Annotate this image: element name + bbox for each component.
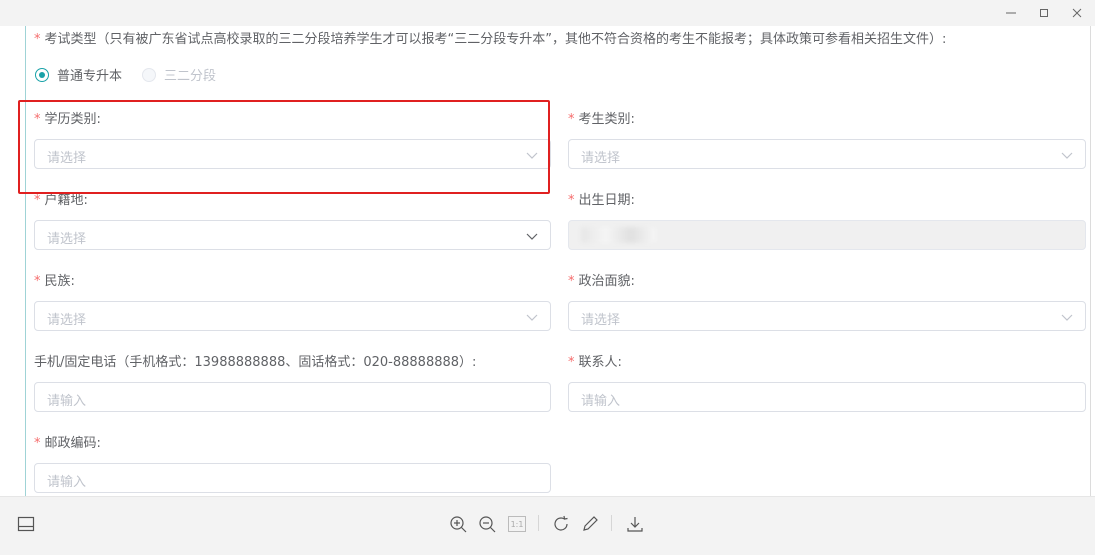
- birth-label-text: 出生日期:: [578, 193, 635, 208]
- postcode-label: * 邮政编码:: [34, 432, 101, 451]
- highlight-box: [18, 100, 550, 194]
- candidate-type-label-text: 考生类别:: [578, 112, 635, 127]
- close-icon: [1072, 8, 1082, 18]
- radio-32-segment-label[interactable]: 三二分段: [164, 65, 216, 84]
- politics-placeholder: 请选择: [581, 313, 621, 328]
- contact-label: * 联系人:: [568, 351, 622, 370]
- postcode-label-text: 邮政编码:: [44, 436, 101, 451]
- birth-date-field: [568, 220, 1086, 250]
- close-button[interactable]: [1061, 0, 1093, 26]
- candidate-type-placeholder: 请选择: [581, 151, 621, 166]
- postcode-input[interactable]: 请输入: [34, 463, 551, 493]
- phone-label-text: 手机/固定电话（手机格式：13988888888、固话格式：020-888888…: [34, 355, 477, 370]
- maximize-icon: [1040, 9, 1048, 17]
- actual-size-icon: 1:1: [508, 516, 526, 532]
- download-icon: [627, 517, 643, 532]
- chevron-down-icon: [526, 314, 538, 321]
- required-mark: *: [568, 355, 575, 370]
- ethnicity-label-text: 民族:: [44, 274, 75, 289]
- ethnicity-select[interactable]: 请选择: [34, 301, 551, 331]
- actual-size-label: 1:1: [510, 519, 524, 529]
- actual-size-button[interactable]: 1:1: [506, 513, 528, 535]
- phone-label: 手机/固定电话（手机格式：13988888888、固话格式：020-888888…: [34, 351, 476, 370]
- rotate-button[interactable]: [550, 513, 572, 535]
- exam-type-label: * 考试类型（只有被广东省试点高校录取的三二分段培养学生才可以报考“三二分段专升本…: [34, 28, 946, 47]
- zoom-out-button[interactable]: [476, 513, 498, 535]
- radio-regular-label[interactable]: 普通专升本: [57, 65, 122, 84]
- edit-button[interactable]: [579, 513, 601, 535]
- ethnicity-label: * 民族:: [34, 270, 75, 289]
- radio-regular[interactable]: [35, 67, 49, 82]
- required-mark: *: [34, 193, 41, 208]
- required-mark: *: [34, 32, 41, 47]
- contact-placeholder: 请输入: [581, 394, 621, 409]
- viewer-toolbar: 1:1: [0, 496, 1095, 555]
- candidate-type-select[interactable]: 请选择: [568, 139, 1086, 169]
- panel-border-left: [25, 26, 26, 496]
- maximize-button[interactable]: [1028, 0, 1060, 26]
- politics-select[interactable]: 请选择: [568, 301, 1086, 331]
- contact-input[interactable]: 请输入: [568, 382, 1086, 412]
- chevron-down-icon: [526, 233, 538, 240]
- required-mark: *: [568, 112, 575, 127]
- zoom-in-icon: [450, 516, 467, 533]
- minimize-icon: [1006, 12, 1016, 14]
- candidate-type-label: * 考生类别:: [568, 108, 635, 127]
- postcode-placeholder: 请输入: [47, 475, 87, 490]
- required-mark: *: [34, 274, 41, 289]
- chevron-down-icon: [1061, 152, 1073, 159]
- birth-label: * 出生日期:: [568, 189, 635, 208]
- minimize-button[interactable]: [995, 0, 1027, 26]
- panel-border-right: [1090, 26, 1091, 496]
- zoom-in-button[interactable]: [447, 513, 469, 535]
- form-panel: * 考试类型（只有被广东省试点高校录取的三二分段培养学生才可以报考“三二分段专升本…: [0, 26, 1095, 496]
- household-label-text: 户籍地:: [44, 193, 88, 208]
- chevron-down-icon: [1061, 314, 1073, 321]
- required-mark: *: [568, 274, 575, 289]
- ethnicity-placeholder: 请选择: [47, 313, 87, 328]
- title-bar: [0, 0, 1095, 26]
- rotate-icon: [554, 515, 568, 531]
- required-mark: *: [568, 193, 575, 208]
- edit-icon: [583, 516, 598, 531]
- exam-type-radio-group: 普通专升本 三二分段: [35, 65, 216, 84]
- exam-type-label-text: 考试类型（只有被广东省试点高校录取的三二分段培养学生才可以报考“三二分段专升本”…: [44, 32, 947, 47]
- phone-placeholder: 请输入: [47, 394, 87, 409]
- household-placeholder: 请选择: [47, 232, 87, 247]
- download-button[interactable]: [624, 513, 646, 535]
- phone-input[interactable]: 请输入: [34, 382, 551, 412]
- toolbar-divider: [538, 515, 539, 531]
- redacted-value: [581, 227, 656, 243]
- zoom-out-icon: [479, 516, 496, 533]
- required-mark: *: [34, 436, 41, 451]
- panel-toggle-button[interactable]: [15, 513, 37, 535]
- contact-label-text: 联系人:: [578, 355, 622, 370]
- panel-icon: [17, 516, 35, 532]
- radio-32-segment[interactable]: [142, 67, 157, 82]
- toolbar-divider: [611, 515, 612, 531]
- household-select[interactable]: 请选择: [34, 220, 551, 250]
- politics-label-text: 政治面貌:: [578, 274, 635, 289]
- politics-label: * 政治面貌:: [568, 270, 635, 289]
